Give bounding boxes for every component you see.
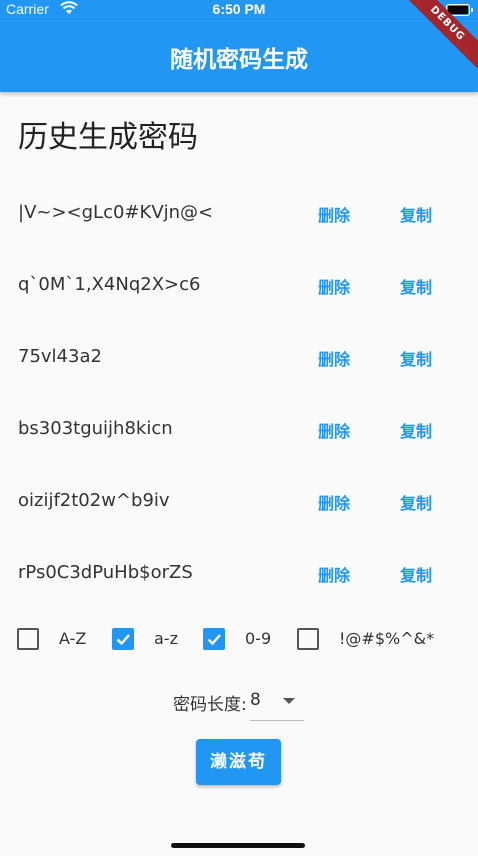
uppercase-label: A-Z xyxy=(59,629,87,648)
copy-button[interactable]: 复制 xyxy=(400,274,432,298)
password-text: rPs0C3dPuHb$orZS xyxy=(18,562,193,583)
password-text: |V~><gLc0#KVjn@< xyxy=(18,202,214,223)
password-text: 75vl43a2 xyxy=(18,346,102,367)
lowercase-label: a-z xyxy=(154,629,178,648)
copy-button[interactable]: 复制 xyxy=(400,490,432,514)
history-row: oizijf2t02w^b9iv 删除 复制 xyxy=(0,482,478,522)
delete-button[interactable]: 删除 xyxy=(318,490,350,514)
app-bar: 随机密码生成 xyxy=(0,20,478,92)
home-indicator xyxy=(171,843,305,848)
delete-button[interactable]: 删除 xyxy=(318,274,350,298)
copy-button[interactable]: 复制 xyxy=(400,346,432,370)
length-selector: 密码长度: 8 xyxy=(0,690,478,724)
history-row: bs303tguijh8kicn 删除 复制 xyxy=(0,410,478,450)
delete-button[interactable]: 删除 xyxy=(318,346,350,370)
length-label: 密码长度: xyxy=(173,695,247,715)
copy-button[interactable]: 复制 xyxy=(400,562,432,586)
length-dropdown-value[interactable]: 8 xyxy=(250,690,261,710)
history-title: 历史生成密码 xyxy=(18,120,198,155)
charset-options: A-Z a-z 0-9 !@#$%^&* xyxy=(0,626,478,654)
symbols-label: !@#$%^&* xyxy=(339,629,435,648)
history-row: rPs0C3dPuHb$orZS 删除 复制 xyxy=(0,554,478,594)
delete-button[interactable]: 删除 xyxy=(318,562,350,586)
history-row: q`0M`1,X4Nq2X>c6 删除 复制 xyxy=(0,266,478,306)
history-row: 75vl43a2 删除 复制 xyxy=(0,338,478,378)
lowercase-checkbox[interactable] xyxy=(112,628,134,650)
digits-checkbox[interactable] xyxy=(203,628,225,650)
dropdown-arrow-icon[interactable] xyxy=(283,698,295,704)
status-time: 6:50 PM xyxy=(212,1,266,17)
status-bar: Carrier 6:50 PM xyxy=(0,0,478,20)
copy-button[interactable]: 复制 xyxy=(400,418,432,442)
app-title: 随机密码生成 xyxy=(170,47,308,73)
copy-button[interactable]: 复制 xyxy=(400,202,432,226)
symbols-checkbox[interactable] xyxy=(297,628,319,650)
delete-button[interactable]: 删除 xyxy=(318,202,350,226)
dropdown-underline xyxy=(250,720,304,721)
delete-button[interactable]: 删除 xyxy=(318,418,350,442)
uppercase-checkbox[interactable] xyxy=(17,628,39,650)
password-text: oizijf2t02w^b9iv xyxy=(18,490,170,511)
password-text: q`0M`1,X4Nq2X>c6 xyxy=(18,274,201,295)
generate-button[interactable]: 濑滋苟 xyxy=(196,739,281,785)
history-row: |V~><gLc0#KVjn@< 删除 复制 xyxy=(0,194,478,234)
digits-label: 0-9 xyxy=(245,629,272,648)
password-text: bs303tguijh8kicn xyxy=(18,418,173,439)
